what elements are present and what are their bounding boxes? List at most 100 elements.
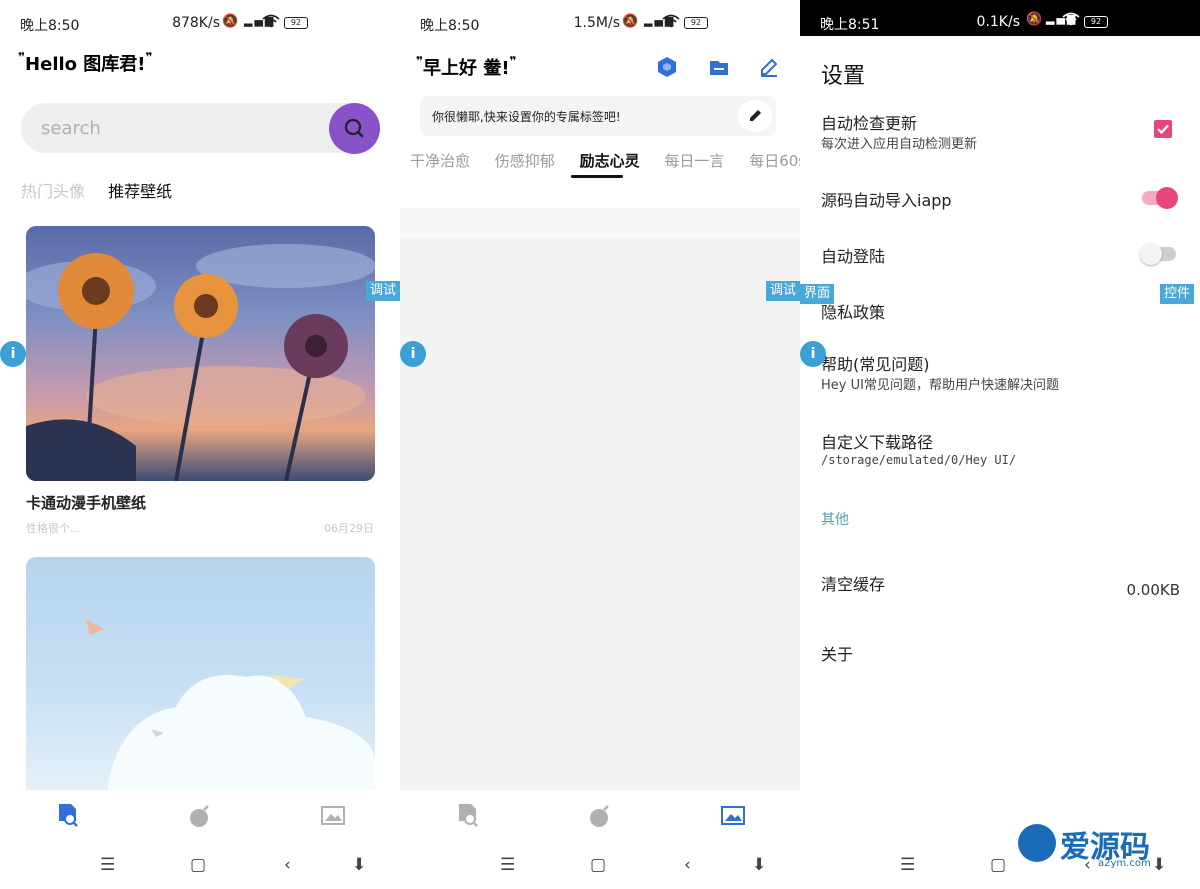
system-nav-bar: ☰ ▢ ‹ ⬇ — [0, 845, 400, 889]
card-subtitle: 性格很个... — [26, 522, 81, 535]
battery-icon: 92 — [284, 17, 308, 29]
home-icon[interactable]: ▢ — [590, 855, 606, 875]
menu-icon[interactable]: ☰ — [500, 855, 515, 875]
home-screen: 晚上8:50 🔕 ▂▄▆ 878K/s 92 ❞Hello 图库君!❞ 热门头像… — [0, 0, 400, 889]
tab-hot-avatars[interactable]: 热门头像 — [21, 182, 85, 201]
quotes-screen: 晚上8:50 1.5M/s 🔕 ▂▄▆ 92 ❞早上好 鲞!❞ 你很懒耶,快来设… — [400, 0, 800, 889]
mute-icon: 🔕 — [622, 14, 641, 29]
watermark-sub: a2ym.com — [1098, 858, 1151, 869]
debug-tag[interactable]: 调试 — [766, 281, 800, 301]
gallery-icon[interactable] — [321, 804, 345, 826]
category-tabs: 热门头像 推荐壁纸 — [21, 178, 190, 202]
down-arrow-icon[interactable]: ⬇ — [1152, 855, 1166, 875]
tab-sad[interactable]: 伤感抑郁 — [495, 152, 555, 170]
bottom-tab-bar — [0, 790, 400, 840]
wifi-icon — [662, 14, 680, 32]
setting-auto-login[interactable]: 自动登陆 — [821, 243, 885, 267]
cube-icon[interactable] — [656, 56, 678, 78]
wifi-icon — [262, 14, 280, 32]
setting-help[interactable]: 帮助(常见问题) — [821, 351, 930, 375]
greeting-title: ❞早上好 鲞!❞ — [416, 54, 517, 79]
toggle-knob — [1156, 187, 1178, 209]
card-date: 06月29日 — [324, 522, 374, 535]
status-bar: 晚上8:51 0.1K/s 🔕 ▂▄▆ 92 — [800, 0, 1200, 36]
pencil-icon — [750, 110, 761, 121]
info-icon[interactable]: i — [0, 341, 26, 367]
tab-inspirational[interactable]: 励志心灵 — [580, 152, 640, 170]
wifi-icon — [1062, 12, 1080, 30]
setting-help-desc: Hey UI常见问题，帮助用户快速解决问题 — [821, 378, 1059, 393]
content-header-strip — [400, 208, 800, 238]
status-time: 晚上8:50 — [420, 18, 480, 34]
status-bar: 晚上8:50 1.5M/s 🔕 ▂▄▆ 92 — [400, 0, 800, 46]
network-speed: 1.5M/s — [573, 15, 620, 31]
down-arrow-icon[interactable]: ⬇ — [352, 855, 366, 875]
settings-screen: 晚上8:51 0.1K/s 🔕 ▂▄▆ 92 设置 自动检查更新 每次进入应用自… — [800, 0, 1200, 889]
ui-tag[interactable]: 界面 — [800, 284, 835, 304]
edit-tag-button[interactable] — [738, 100, 772, 132]
tab-daily-60s[interactable]: 每日60s — [749, 152, 800, 170]
section-header-other: 其他 — [821, 512, 849, 528]
status-bar: 晚上8:50 🔕 ▂▄▆ 878K/s 92 — [0, 0, 400, 46]
mute-icon: 🔕 — [1026, 12, 1045, 27]
search-input[interactable] — [41, 115, 321, 141]
status-time: 晚上8:51 — [820, 17, 880, 33]
gallery-icon[interactable] — [721, 804, 745, 826]
tag-prompt-text: 你很懒耶,快来设置你的专属标签吧! — [432, 110, 621, 124]
tab-recommended-wallpapers[interactable]: 推荐壁纸 — [108, 182, 172, 201]
status-time: 晚上8:50 — [20, 18, 80, 34]
info-icon[interactable]: i — [800, 341, 826, 367]
toggle-knob — [1140, 243, 1162, 265]
wallpaper-card-image[interactable] — [26, 557, 375, 797]
tab-clean-healing[interactable]: 干净治愈 — [410, 152, 470, 170]
search-icon — [344, 118, 364, 138]
greeting-title: ❞Hello 图库君!❞ — [18, 50, 153, 75]
battery-icon: 92 — [1084, 16, 1108, 28]
folder-icon[interactable] — [708, 56, 730, 78]
page-title: 设置 — [821, 64, 866, 89]
setting-download-path[interactable]: 自定义下载路径 — [821, 429, 933, 453]
menu-icon[interactable]: ☰ — [100, 855, 115, 875]
bottom-tab-bar — [400, 790, 800, 840]
setting-clear-cache[interactable]: 清空缓存 — [821, 571, 885, 595]
sunflower-illustration — [26, 244, 375, 481]
edit-icon[interactable] — [758, 56, 780, 78]
document-search-icon[interactable] — [56, 802, 80, 828]
tag-prompt-bar[interactable]: 你很懒耶,快来设置你的专属标签吧! — [420, 96, 776, 136]
setting-download-path-value: /storage/emulated/0/Hey UI/ — [821, 453, 1017, 467]
menu-icon[interactable]: ☰ — [900, 855, 915, 875]
back-icon[interactable]: ‹ — [684, 855, 691, 875]
search-bar — [21, 103, 380, 154]
setting-auto-update-desc: 每次进入应用自动检测更新 — [821, 137, 978, 152]
setting-auto-update[interactable]: 自动检查更新 — [821, 110, 917, 134]
home-icon[interactable]: ▢ — [190, 855, 206, 875]
mute-icon: 🔕 — [222, 14, 241, 29]
auto-update-checkbox[interactable] — [1154, 120, 1172, 138]
auto-import-toggle[interactable] — [1142, 187, 1178, 209]
bomb-icon[interactable] — [188, 804, 212, 828]
active-tab-indicator — [571, 175, 623, 178]
tab-daily-quote[interactable]: 每日一言 — [664, 152, 724, 170]
document-search-icon[interactable] — [456, 802, 480, 828]
card-title[interactable]: 卡通动漫手机壁纸 — [26, 492, 146, 513]
watermark-logo-icon — [1018, 824, 1056, 862]
quote-category-tabs: 干净治愈 伤感抑郁 励志心灵 每日一言 每日60s — [410, 150, 800, 171]
home-icon[interactable]: ▢ — [990, 855, 1006, 875]
network-speed: 878K/s — [172, 15, 220, 31]
system-nav-bar: ☰ ▢ ‹ ⬇ — [400, 845, 800, 889]
search-button[interactable] — [329, 103, 380, 154]
controls-tag[interactable]: 控件 — [1160, 284, 1195, 304]
down-arrow-icon[interactable]: ⬇ — [752, 855, 766, 875]
back-icon[interactable]: ‹ — [284, 855, 291, 875]
info-icon[interactable]: i — [400, 341, 426, 367]
check-icon — [1157, 124, 1169, 135]
setting-about[interactable]: 关于 — [821, 641, 853, 665]
setting-auto-import[interactable]: 源码自动导入iapp — [821, 187, 952, 211]
cache-size-value: 0.00KB — [1126, 581, 1180, 599]
debug-tag[interactable]: 调试 — [366, 281, 400, 301]
auto-login-toggle[interactable] — [1140, 243, 1176, 265]
wallpaper-card-image[interactable] — [26, 226, 375, 481]
bomb-icon[interactable] — [588, 804, 612, 828]
network-speed: 0.1K/s — [976, 14, 1020, 30]
quote-content-area — [400, 238, 800, 790]
